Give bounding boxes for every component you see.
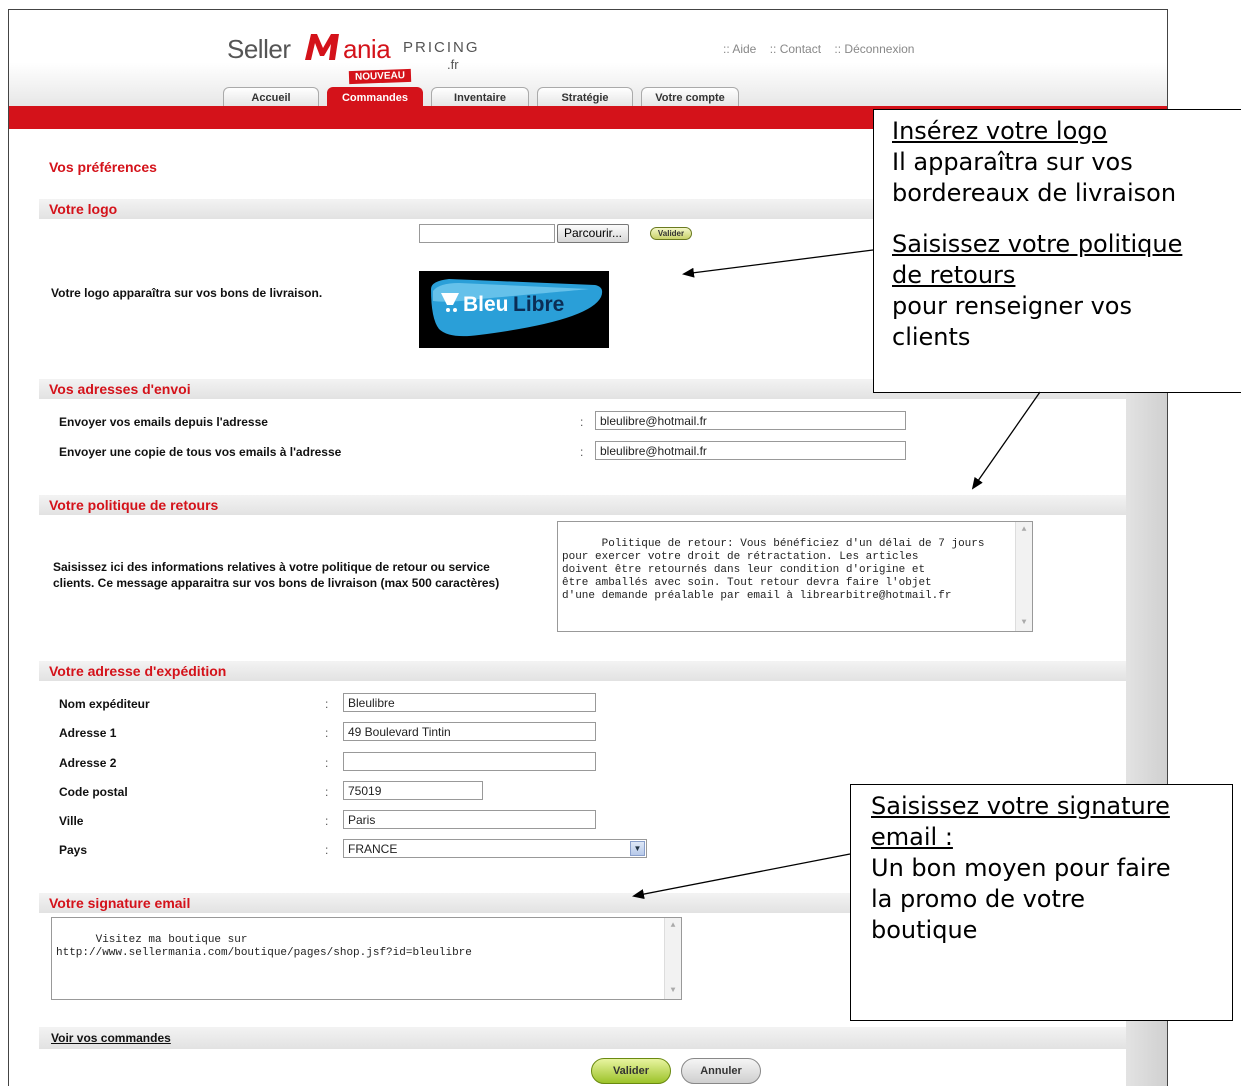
tab-accueil[interactable]: Accueil [223, 87, 319, 107]
logo-ania-text: ania [343, 34, 391, 64]
callout-returns-title-line2: de retours [892, 261, 1016, 289]
logo-fr-text: .fr [447, 57, 459, 72]
callout-returns-line1: pour renseigner vos [892, 292, 1132, 320]
callout-signature-line3: boutique [871, 916, 978, 944]
colon-separator: : [325, 726, 329, 740]
logo-seller-text: Seller [227, 34, 291, 64]
tab-votre-compte[interactable]: Votre compte [641, 87, 739, 107]
copy-email-input[interactable]: bleulibre@hotmail.fr [595, 441, 906, 460]
postal-code-label: Code postal [59, 785, 128, 799]
callout-returns-line2: clients [892, 323, 971, 351]
callout-logo-line1: Il apparaîtra sur vos [892, 148, 1133, 176]
help-link[interactable]: :: Aide [723, 42, 756, 56]
page-title: Vos préférences [49, 159, 157, 175]
colon-separator: : [325, 756, 329, 770]
callout-signature-title-line2: email : [871, 823, 953, 851]
chevron-down-icon[interactable]: ▼ [630, 841, 645, 856]
copy-email-label: Envoyer une copie de tous vos emails à l… [59, 445, 342, 459]
returns-policy-text: Politique de retour: Vous bénéficiez d'u… [562, 538, 985, 602]
logo-image-text-b: Libre [513, 293, 564, 316]
colon-separator: : [580, 445, 584, 459]
footer-bar [39, 1027, 1126, 1049]
scroll-up-icon[interactable]: ▲ [666, 919, 680, 933]
colon-separator: : [325, 697, 329, 711]
returns-description-line1: Saisissez ici des informations relatives… [53, 560, 490, 574]
view-orders-link[interactable]: Voir vos commandes [51, 1031, 171, 1045]
sender-name-label: Nom expéditeur [59, 697, 150, 711]
tab-strategie[interactable]: Stratégie [537, 87, 633, 107]
bleulibre-logo-graphic: Bleu Libre [431, 279, 603, 337]
returns-section-heading: Votre politique de retours [39, 495, 1126, 515]
tab-commandes[interactable]: Commandes [327, 87, 423, 107]
logo-pricing-text: PRICING [403, 39, 480, 56]
signature-textarea[interactable]: Visitez ma boutique sur http://www.selle… [51, 917, 682, 1000]
contact-link[interactable]: :: Contact [770, 42, 821, 56]
logo-validate-button[interactable]: Valider [650, 227, 692, 240]
validate-button[interactable]: Valider [591, 1058, 671, 1084]
postal-code-input[interactable]: 75019 [343, 781, 483, 800]
returns-scrollbar[interactable]: ▲ ▼ [1015, 522, 1032, 631]
callout-signature-line2: la promo de votre [871, 885, 1085, 913]
callout-logo-returns: Insérez votre logo Il apparaîtra sur vos… [873, 109, 1241, 393]
scroll-up-icon[interactable]: ▲ [1017, 523, 1031, 537]
signature-scrollbar[interactable]: ▲ ▼ [664, 918, 681, 999]
browse-button[interactable]: Parcourir... [557, 224, 629, 243]
address1-input[interactable]: 49 Boulevard Tintin [343, 722, 596, 741]
country-select-value: FRANCE [348, 842, 398, 856]
header: Seller ania PRICING .fr :: Aide :: Conta… [9, 10, 1167, 107]
from-email-label: Envoyer vos emails depuis l'adresse [59, 415, 268, 429]
callout-signature-line1: Un bon moyen pour faire [871, 854, 1171, 882]
new-badge: NOUVEAU [348, 68, 412, 85]
logo-m-icon [305, 34, 339, 60]
scroll-down-icon[interactable]: ▼ [666, 984, 680, 998]
cancel-button[interactable]: Annuler [681, 1058, 761, 1084]
colon-separator: : [580, 415, 584, 429]
scroll-down-icon[interactable]: ▼ [1017, 616, 1031, 630]
tab-inventaire[interactable]: Inventaire [431, 87, 529, 107]
country-select[interactable]: FRANCE ▼ [343, 839, 647, 858]
address1-label: Adresse 1 [59, 726, 117, 740]
logo-image-text-a: Bleu [463, 293, 509, 316]
callout-returns-title-line1: Saisissez votre politique [892, 230, 1183, 258]
colon-separator: : [325, 843, 329, 857]
address2-input[interactable] [343, 752, 596, 771]
colon-separator: : [325, 814, 329, 828]
top-links: :: Aide :: Contact :: Déconnexion [723, 42, 924, 56]
from-email-input[interactable]: bleulibre@hotmail.fr [595, 411, 906, 430]
colon-separator: : [325, 785, 329, 799]
address2-label: Adresse 2 [59, 756, 117, 770]
callout-logo-title: Insérez votre logo [892, 117, 1108, 145]
callout-logo-line2: bordereaux de livraison [892, 179, 1177, 207]
sender-name-input[interactable]: Bleulibre [343, 693, 596, 712]
logout-link[interactable]: :: Déconnexion [834, 42, 914, 56]
returns-description-line2: clients. Ce message apparaitra sur vos b… [53, 576, 500, 590]
signature-text: Visitez ma boutique sur http://www.selle… [56, 934, 472, 959]
callout-signature-title-line1: Saisissez votre signature [871, 792, 1170, 820]
logo-description: Votre logo apparaîtra sur vos bons de li… [51, 286, 323, 300]
returns-policy-textarea[interactable]: Politique de retour: Vous bénéficiez d'u… [557, 521, 1033, 632]
logo-file-input[interactable] [419, 224, 555, 243]
callout-signature: Saisissez votre signature email : Un bon… [850, 784, 1233, 1021]
city-input[interactable]: Paris [343, 810, 596, 829]
shipping-section-heading: Votre adresse d'expédition [39, 661, 1126, 681]
city-label: Ville [59, 814, 84, 828]
country-label: Pays [59, 843, 88, 857]
bleulibre-logo-image: Bleu Libre [419, 271, 609, 348]
